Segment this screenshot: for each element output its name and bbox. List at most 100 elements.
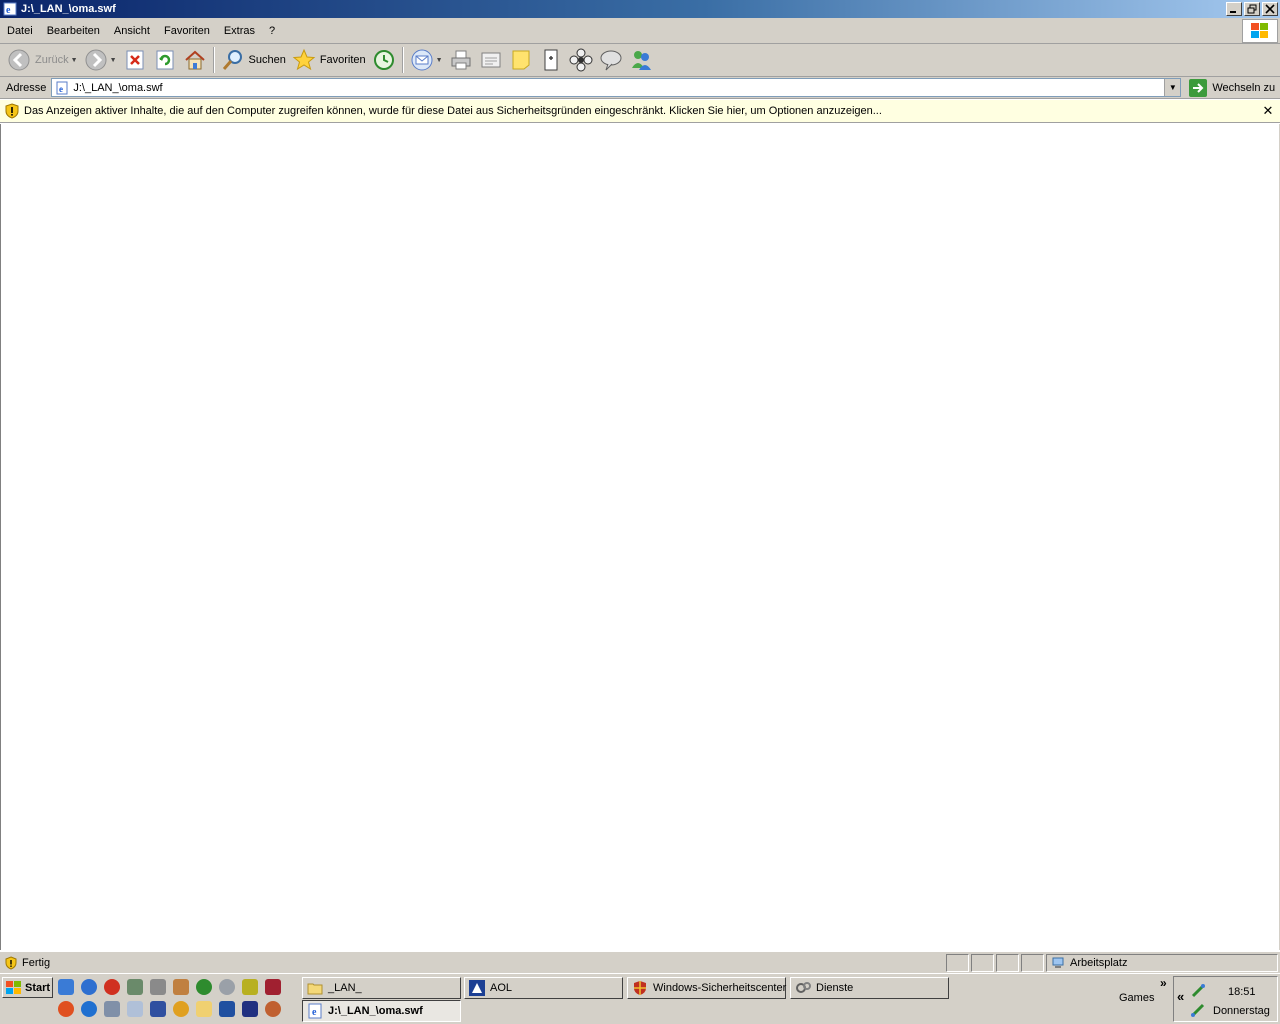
tools-icon[interactable] xyxy=(150,979,166,995)
svg-text:e: e xyxy=(312,1007,317,1018)
ftp-icon[interactable] xyxy=(219,1001,235,1017)
messenger-button[interactable] xyxy=(626,46,656,74)
svg-text:e: e xyxy=(6,5,11,16)
information-bar[interactable]: Das Anzeigen aktiver Inhalte, die auf de… xyxy=(0,100,1280,123)
menu-extras[interactable]: Extras xyxy=(217,25,262,37)
menu-datei[interactable]: Datei xyxy=(0,25,40,37)
toolbar-expand-icon[interactable]: » xyxy=(1160,976,1167,990)
go-button[interactable]: Wechseln zu xyxy=(1189,78,1275,97)
research-book-icon xyxy=(544,49,558,71)
network-connection-icon[interactable] xyxy=(1190,1002,1206,1018)
calculator-icon[interactable] xyxy=(104,1001,120,1017)
restore-button[interactable] xyxy=(1244,2,1260,16)
menu-help[interactable]: ? xyxy=(262,25,282,37)
photo-icon[interactable] xyxy=(150,1001,166,1017)
aol-icon[interactable] xyxy=(242,1001,258,1017)
task-security-center[interactable]: Windows-Sicherheitscenter xyxy=(627,977,786,999)
print-button[interactable] xyxy=(446,46,476,74)
home-icon xyxy=(184,50,205,70)
history-button[interactable] xyxy=(369,46,399,74)
favorites-label: Favoriten xyxy=(319,54,366,66)
refresh-button[interactable] xyxy=(150,46,180,74)
internet-explorer-icon[interactable] xyxy=(81,979,97,995)
task-services[interactable]: Dienste xyxy=(790,977,949,999)
restore-icon xyxy=(1247,4,1257,14)
svg-text:e: e xyxy=(59,84,63,94)
search-button[interactable]: Suchen xyxy=(218,46,289,74)
forward-dropdown-icon[interactable]: ▼ xyxy=(110,57,117,64)
security-shield-icon xyxy=(634,981,646,995)
favorites-button[interactable]: Favoriten xyxy=(289,46,369,74)
media-player-icon[interactable] xyxy=(173,1001,189,1017)
toolbar-separator xyxy=(401,47,404,73)
notepad-icon[interactable] xyxy=(127,1001,143,1017)
home-button[interactable] xyxy=(180,46,210,74)
link-icon[interactable] xyxy=(219,979,235,995)
start-label: Start xyxy=(25,981,51,994)
clock-app-icon[interactable] xyxy=(242,979,258,995)
messenger-people-icon xyxy=(631,51,651,70)
speech-bubble-icon xyxy=(600,50,622,71)
edit-document-icon xyxy=(481,52,501,68)
history-icon xyxy=(373,50,394,70)
system-tray: 18:51 Donnerstag xyxy=(1173,976,1278,1022)
favorites-star-icon xyxy=(292,48,316,71)
spiral-icon[interactable] xyxy=(265,1001,281,1017)
flower-icon xyxy=(569,48,593,72)
discuss-button[interactable] xyxy=(596,46,626,74)
toolbar-separator xyxy=(212,47,215,73)
quick-launch-row xyxy=(58,1001,281,1017)
games-toolbar-label[interactable]: Games xyxy=(1119,992,1154,1004)
task-oma-swf[interactable]: e J:\_LAN_\oma.swf xyxy=(302,1000,461,1022)
firefox-icon[interactable] xyxy=(58,1001,74,1017)
standard-toolbar: Zurück ▼ ▼ Suchen Favoriten ▼ xyxy=(0,44,1280,77)
task-lan-folder[interactable]: _LAN_ xyxy=(302,977,461,999)
address-input[interactable]: e J:\_LAN_\oma.swf ▼ xyxy=(51,78,1182,97)
forward-arrow-icon xyxy=(85,49,107,71)
task-aol[interactable]: AOL xyxy=(464,977,623,999)
paint-icon[interactable] xyxy=(173,979,189,995)
mail-button[interactable]: ▼ xyxy=(407,46,446,74)
close-button[interactable] xyxy=(1262,2,1278,16)
edit-button[interactable] xyxy=(476,46,506,74)
mail-dropdown-icon[interactable]: ▼ xyxy=(436,57,443,64)
minimize-button[interactable] xyxy=(1226,2,1242,16)
game-icon[interactable] xyxy=(265,979,281,995)
title-bar: e J:\_LAN_\oma.swf xyxy=(0,0,1280,18)
folder-icon[interactable] xyxy=(196,1001,212,1017)
notes-button[interactable] xyxy=(506,46,536,74)
start-button[interactable]: Start xyxy=(2,977,53,998)
status-panel xyxy=(971,953,994,972)
stop-button[interactable] xyxy=(120,46,150,74)
red-app-icon[interactable] xyxy=(104,979,120,995)
clock-time[interactable]: 18:51 xyxy=(1228,986,1256,998)
page-content[interactable] xyxy=(0,124,1280,950)
menu-favoriten[interactable]: Favoriten xyxy=(157,25,217,37)
task-label: J:\_LAN_\oma.swf xyxy=(328,1005,423,1017)
clover-icon[interactable] xyxy=(196,979,212,995)
sticky-note-icon xyxy=(512,50,530,70)
network-icon[interactable] xyxy=(127,979,143,995)
snowflake-icon[interactable] xyxy=(81,1001,97,1017)
aol-triangle-icon xyxy=(469,980,485,996)
windows-flag-icon xyxy=(6,980,21,994)
back-button[interactable]: Zurück ▼ xyxy=(4,46,81,74)
windows-flag-icon xyxy=(1251,23,1268,38)
address-value[interactable]: J:\_LAN_\oma.swf xyxy=(73,82,1164,94)
back-dropdown-icon[interactable]: ▼ xyxy=(71,57,78,64)
address-dropdown-button[interactable]: ▼ xyxy=(1164,79,1181,96)
flower-button[interactable] xyxy=(566,46,596,74)
infobar-message[interactable]: Das Anzeigen aktiver Inhalte, die auf de… xyxy=(24,105,1260,117)
research-button[interactable] xyxy=(536,46,566,74)
network-connection-icon[interactable] xyxy=(1190,983,1206,999)
clock-day: Donnerstag xyxy=(1213,1005,1270,1017)
forward-button[interactable]: ▼ xyxy=(81,46,120,74)
task-label: Dienste xyxy=(816,982,854,994)
security-zone[interactable]: Arbeitsplatz xyxy=(1046,953,1278,972)
infobar-close-icon[interactable]: ✕ xyxy=(1260,103,1276,119)
menu-bearbeiten[interactable]: Bearbeiten xyxy=(40,25,107,37)
stop-icon xyxy=(126,50,143,70)
menu-ansicht[interactable]: Ansicht xyxy=(107,25,157,37)
status-panel xyxy=(996,953,1019,972)
desktop-icon[interactable] xyxy=(58,979,74,995)
